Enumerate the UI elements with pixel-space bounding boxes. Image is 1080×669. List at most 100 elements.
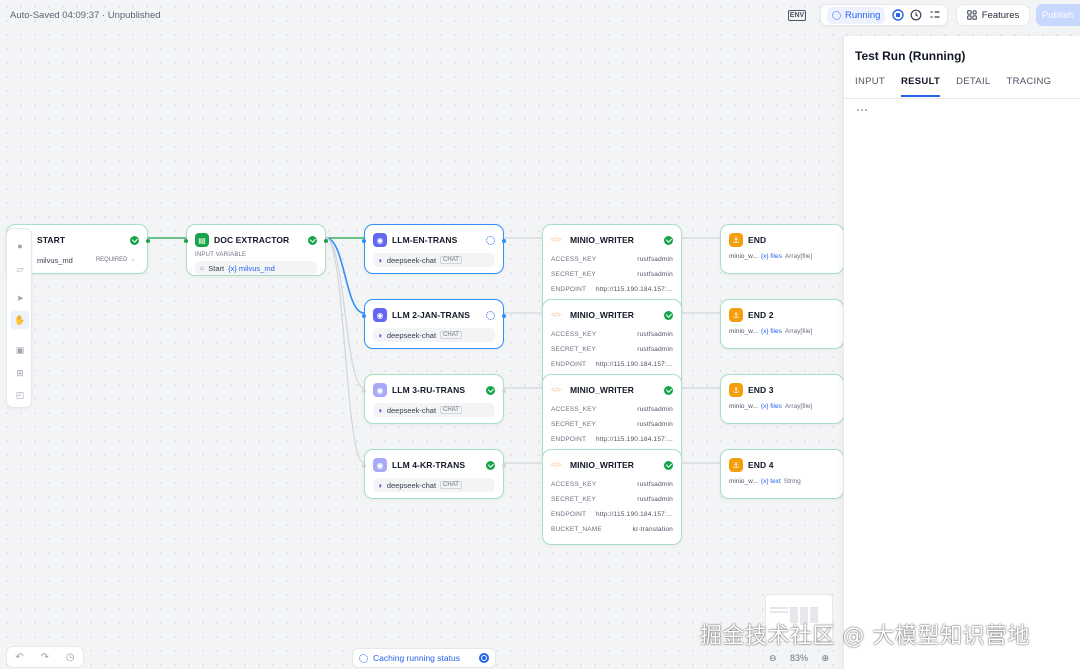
secret-key-value: rustfsadmin	[637, 346, 673, 353]
llm-icon: ◉	[373, 383, 387, 397]
access-key-value: rustfsadmin	[637, 406, 673, 413]
endpoint-value: http://115.190.184.157:...	[596, 436, 673, 443]
access-key-label: ACCESS_KEY	[551, 481, 597, 488]
llm-kr-mode: CHAT	[440, 481, 462, 489]
zoom-in-icon[interactable]: ⊕	[821, 653, 829, 664]
redo-icon[interactable]: ↷	[41, 652, 49, 663]
organize-icon[interactable]: ⊞	[13, 366, 27, 380]
features-label: Features	[981, 9, 1020, 21]
output-handle[interactable]	[502, 464, 506, 468]
access-key-value: rustfsadmin	[637, 331, 673, 338]
llm-kr-title: LLM 4-KR-TRANS	[392, 460, 466, 470]
end4-title: END 4	[748, 460, 774, 470]
bucket-value: kr-translation	[632, 526, 673, 533]
zoom-out-icon[interactable]: ⊖	[769, 653, 777, 664]
success-icon	[308, 235, 317, 245]
access-key-label: ACCESS_KEY	[551, 256, 597, 263]
success-icon	[130, 235, 139, 245]
tab-tracing[interactable]: TRACING	[1006, 76, 1051, 97]
end1-title: END	[748, 235, 767, 245]
llm-icon: ◉	[373, 458, 387, 472]
history-controls: ↶ ↷ ◷	[6, 646, 84, 668]
output-handle[interactable]	[502, 314, 506, 318]
end-node-1[interactable]: ⚓ END minio_w... {x} files Array[file]	[720, 224, 844, 274]
llm-kr-node[interactable]: ◉ LLM 4-KR-TRANS ◗ deepseek-chat CHAT	[362, 449, 506, 499]
add-note-icon[interactable]: ▱	[13, 262, 27, 276]
doc-extractor-title: DOC EXTRACTOR	[214, 235, 290, 245]
llm-jan-node[interactable]: ◉ LLM 2-JAN-TRANS ◗ deepseek-chat CHAT	[362, 299, 506, 349]
tab-detail[interactable]: DETAIL	[956, 76, 990, 97]
end-icon: ⚓	[729, 233, 743, 247]
secret-key-value: rustfsadmin	[637, 496, 673, 503]
end-icon: ⚓	[729, 383, 743, 397]
input-handle[interactable]	[362, 464, 366, 468]
endpoint-value: http://115.190.184.157:...	[596, 361, 673, 368]
success-icon	[664, 235, 673, 245]
success-icon	[664, 385, 673, 395]
endpoint-value: http://115.190.184.157:...	[596, 511, 673, 518]
end-node-4[interactable]: ⚓ END 4 minio_w... {x} text String	[720, 449, 844, 499]
llm-en-mode: CHAT	[440, 256, 462, 264]
running-label: Running	[845, 9, 881, 21]
input-handle[interactable]	[362, 314, 366, 318]
add-node-icon[interactable]: ●	[13, 239, 27, 253]
features-button[interactable]: Features	[956, 4, 1030, 26]
hand-icon[interactable]: ✋	[11, 311, 29, 329]
end3-var: {x} files	[760, 403, 782, 410]
tab-result[interactable]: RESULT	[901, 76, 941, 97]
publish-button[interactable]: Publish	[1036, 4, 1080, 26]
end3-source: minio_w...	[729, 403, 758, 410]
endpoint-label: ENDPOINT	[551, 511, 587, 518]
endpoint-label: ENDPOINT	[551, 286, 587, 293]
doc-extractor-node[interactable]: ▤ DOC EXTRACTOR INPUT VARIABLE ⌂ Start {…	[184, 224, 328, 276]
export-image-icon[interactable]: ▣	[13, 343, 27, 357]
end1-source: minio_w...	[729, 253, 758, 260]
zoom-level[interactable]: 83%	[790, 653, 808, 663]
spinner-icon	[359, 653, 368, 663]
pointer-icon[interactable]: ➤	[13, 291, 27, 305]
output-handle[interactable]	[502, 239, 506, 243]
end2-var: {x} files	[760, 328, 782, 335]
writer-title: MINIO_WRITER	[570, 235, 635, 245]
access-key-value: rustfsadmin	[637, 256, 673, 263]
tab-input[interactable]: INPUT	[855, 76, 885, 97]
deepseek-icon: ◗	[378, 405, 383, 415]
secret-key-value: rustfsadmin	[637, 421, 673, 428]
llm-ru-node[interactable]: ◉ LLM 3-RU-TRANS ◗ deepseek-chat CHAT	[362, 374, 506, 424]
record-icon[interactable]	[479, 653, 489, 663]
output-handle[interactable]	[502, 389, 506, 393]
caching-status-bar: Caching running status	[352, 648, 496, 668]
maximize-icon[interactable]: ◰	[13, 388, 27, 402]
caching-label: Caching running status	[373, 653, 460, 663]
secret-key-label: SECRET_KEY	[551, 496, 596, 503]
version-history-icon[interactable]: ◷	[66, 652, 75, 663]
panel-title: Test Run (Running)	[855, 49, 966, 63]
code-icon: </>	[551, 386, 562, 394]
llm-en-node[interactable]: ◉ LLM-EN-TRANS ◗ deepseek-chat CHAT	[362, 224, 506, 274]
success-icon	[664, 310, 673, 320]
running-spinner-icon	[486, 310, 495, 320]
llm-en-model: deepseek-chat	[386, 255, 437, 265]
undo-icon[interactable]: ↶	[15, 652, 23, 663]
output-handle[interactable]	[324, 239, 328, 243]
checklist-icon[interactable]	[928, 8, 941, 22]
access-key-label: ACCESS_KEY	[551, 406, 597, 413]
test-run-panel: Test Run (Running) INPUT RESULT DETAIL T…	[843, 36, 1080, 669]
writer-title: MINIO_WRITER	[570, 460, 635, 470]
end2-source: minio_w...	[729, 328, 758, 335]
input-handle[interactable]	[362, 389, 366, 393]
end-icon: ⚓	[729, 308, 743, 322]
end-node-2[interactable]: ⚓ END 2 minio_w... {x} files Array[file]	[720, 299, 844, 349]
bucket-label: BUCKET_NAME	[551, 526, 602, 533]
input-handle[interactable]	[184, 239, 188, 243]
output-handle[interactable]	[146, 239, 150, 243]
secret-key-value: rustfsadmin	[637, 271, 673, 278]
zoom-controls: ⊖ 83% ⊕	[765, 648, 833, 668]
stop-run-icon[interactable]	[891, 8, 904, 22]
minio-writer-node-4[interactable]: </> MINIO_WRITER ACCESS_KEY rustfsadmin SE…	[542, 449, 682, 545]
success-icon	[486, 385, 495, 395]
secret-key-label: SECRET_KEY	[551, 346, 596, 353]
end-node-3[interactable]: ⚓ END 3 minio_w... {x} files Array[file]	[720, 374, 844, 424]
history-icon[interactable]	[910, 8, 923, 22]
input-handle[interactable]	[362, 239, 366, 243]
